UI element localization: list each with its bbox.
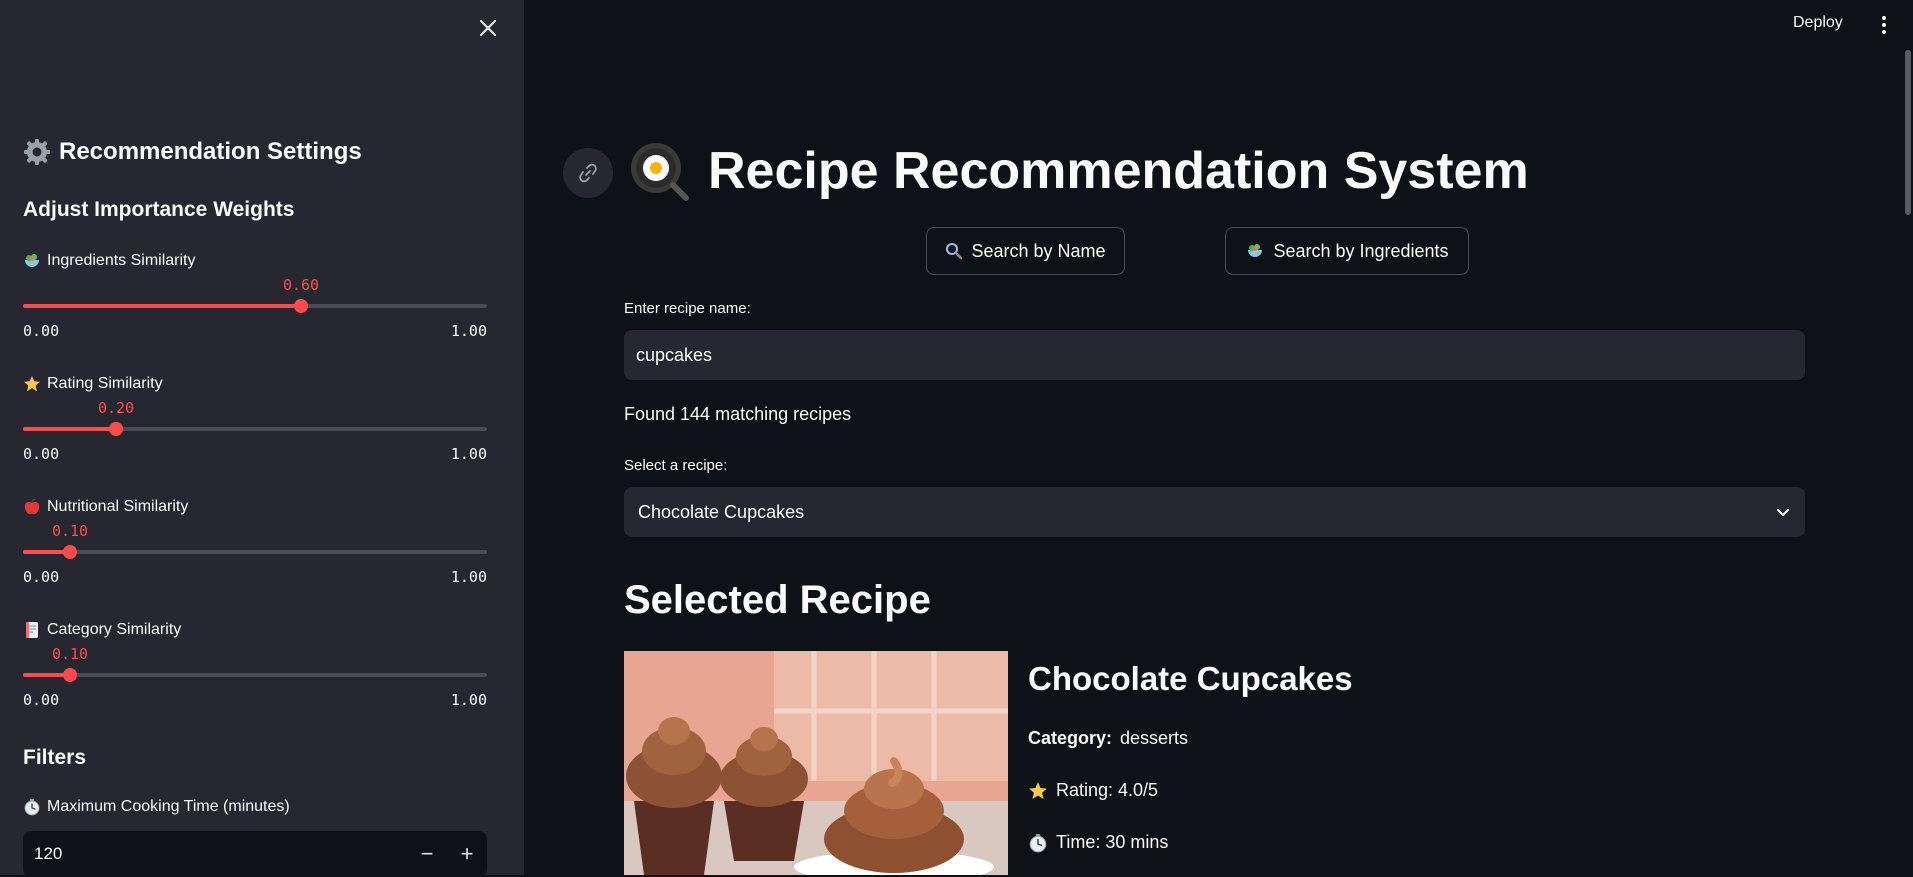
slider-fill — [23, 427, 116, 431]
page-title: Recipe Recommendation System — [628, 140, 1529, 202]
salad-icon — [25, 254, 39, 267]
apple-icon — [24, 498, 40, 514]
menu-dot — [1882, 16, 1886, 20]
menu-dot — [1882, 23, 1886, 27]
sidebar-title-text: Recommendation Settings — [59, 138, 362, 165]
slider-max: 1.00 — [450, 322, 487, 340]
slider-value: 0.20 — [97, 399, 135, 417]
search-by-name-button[interactable]: Search by Name — [926, 227, 1125, 275]
category-label: Category: — [1028, 728, 1113, 748]
decrement-button[interactable]: − — [407, 841, 447, 867]
slider-track[interactable] — [23, 299, 487, 313]
slider-label: Rating Similarity — [47, 375, 163, 392]
close-sidebar-button[interactable] — [474, 14, 502, 42]
recipe-select-value: Chocolate Cupcakes — [638, 501, 805, 522]
slider-value: 0.10 — [51, 522, 89, 540]
slider-value: 0.10 — [51, 645, 89, 663]
page-title-text: Recipe Recommendation System — [708, 142, 1529, 200]
weights-heading: Adjust Importance Weights — [23, 198, 295, 221]
slider-fill — [23, 304, 301, 308]
cupcakes-picture — [624, 651, 1008, 875]
slider-track[interactable] — [23, 545, 487, 559]
sidebar: Recommendation Settings Adjust Importanc… — [0, 0, 524, 877]
scrollbar[interactable] — [1905, 50, 1911, 215]
chevron-down-icon — [1777, 509, 1789, 516]
cooking-time-value[interactable]: 120 — [23, 844, 407, 864]
slider-label: Category Similarity — [47, 621, 182, 638]
recipe-category: Category: desserts — [1028, 728, 1188, 749]
slider-track[interactable] — [23, 668, 487, 682]
slider-track[interactable] — [23, 422, 487, 436]
slider-label: Ingredients Similarity — [47, 252, 196, 269]
slider-min: 0.00 — [23, 322, 60, 340]
slider-max: 1.00 — [450, 568, 487, 586]
slider-thumb[interactable] — [63, 668, 77, 682]
salad-icon — [1248, 244, 1263, 257]
time-text: Time: 30 mins — [1056, 832, 1169, 852]
anchor-link-button[interactable] — [563, 148, 613, 198]
slider-thumb[interactable] — [109, 422, 123, 436]
slider-label: Nutritional Similarity — [47, 498, 189, 515]
cooking-time-input[interactable]: 120 − + — [23, 831, 487, 877]
ingredients-similarity-slider: Ingredients Similarity 0.60 0.00 1.00 — [23, 250, 487, 340]
frying-pan-icon — [631, 143, 689, 201]
cooking-time-label-text: Maximum Cooking Time (minutes) — [47, 798, 290, 815]
category-similarity-slider: Category Similarity 0.10 0.00 1.00 — [23, 619, 487, 709]
main-menu-button[interactable] — [1879, 12, 1889, 38]
match-count-text: Found 144 matching recipes — [624, 404, 852, 424]
recipe-name-value[interactable]: cupcakes — [636, 345, 712, 366]
cooking-time-label: Maximum Cooking Time (minutes) — [23, 798, 290, 816]
slider-min: 0.00 — [23, 691, 60, 709]
recipe-select[interactable]: Chocolate Cupcakes — [624, 487, 1805, 537]
category-value: desserts — [1120, 728, 1189, 748]
slider-min: 0.00 — [23, 568, 60, 586]
search-by-ingredients-label: Search by Ingredients — [1273, 240, 1449, 261]
recipe-name-label: Enter recipe name: — [624, 300, 751, 317]
document-icon — [26, 622, 38, 638]
slider-thumb[interactable] — [294, 299, 308, 313]
star-icon — [1029, 781, 1047, 799]
menu-dot — [1882, 30, 1886, 34]
search-by-ingredients-button[interactable]: Search by Ingredients — [1225, 227, 1469, 275]
slider-thumb[interactable] — [63, 545, 77, 559]
increment-button[interactable]: + — [447, 841, 487, 867]
link-icon — [579, 163, 597, 183]
clock-icon — [24, 799, 40, 816]
slider-value: 0.60 — [282, 276, 320, 294]
recipe-name-input[interactable]: cupcakes — [624, 330, 1805, 380]
rating-similarity-slider: Rating Similarity 0.20 0.00 1.00 — [23, 373, 487, 463]
slider-min: 0.00 — [23, 445, 60, 463]
select-recipe-label: Select a recipe: — [624, 457, 728, 474]
slider-max: 1.00 — [450, 445, 487, 463]
star-icon — [24, 376, 40, 392]
recipe-time: Time: 30 mins — [1028, 832, 1168, 853]
recipe-image — [624, 651, 1008, 875]
gear-icon — [24, 139, 50, 165]
selected-recipe-heading: Selected Recipe — [624, 578, 931, 622]
sidebar-title: Recommendation Settings — [23, 138, 362, 166]
slider-max: 1.00 — [450, 691, 487, 709]
filters-heading: Filters — [23, 746, 87, 769]
recipe-name-heading: Chocolate Cupcakes — [1028, 660, 1353, 697]
nutritional-similarity-slider: Nutritional Similarity 0.10 0.00 1.00 — [23, 496, 487, 586]
close-icon — [479, 19, 497, 37]
magnifier-icon — [946, 243, 963, 260]
deploy-button[interactable]: Deploy — [1793, 14, 1843, 32]
rating-text: Rating: 4.0/5 — [1056, 780, 1159, 800]
clock-icon — [1029, 833, 1047, 852]
search-by-name-label: Search by Name — [971, 240, 1106, 261]
recipe-rating: Rating: 4.0/5 — [1028, 780, 1158, 801]
